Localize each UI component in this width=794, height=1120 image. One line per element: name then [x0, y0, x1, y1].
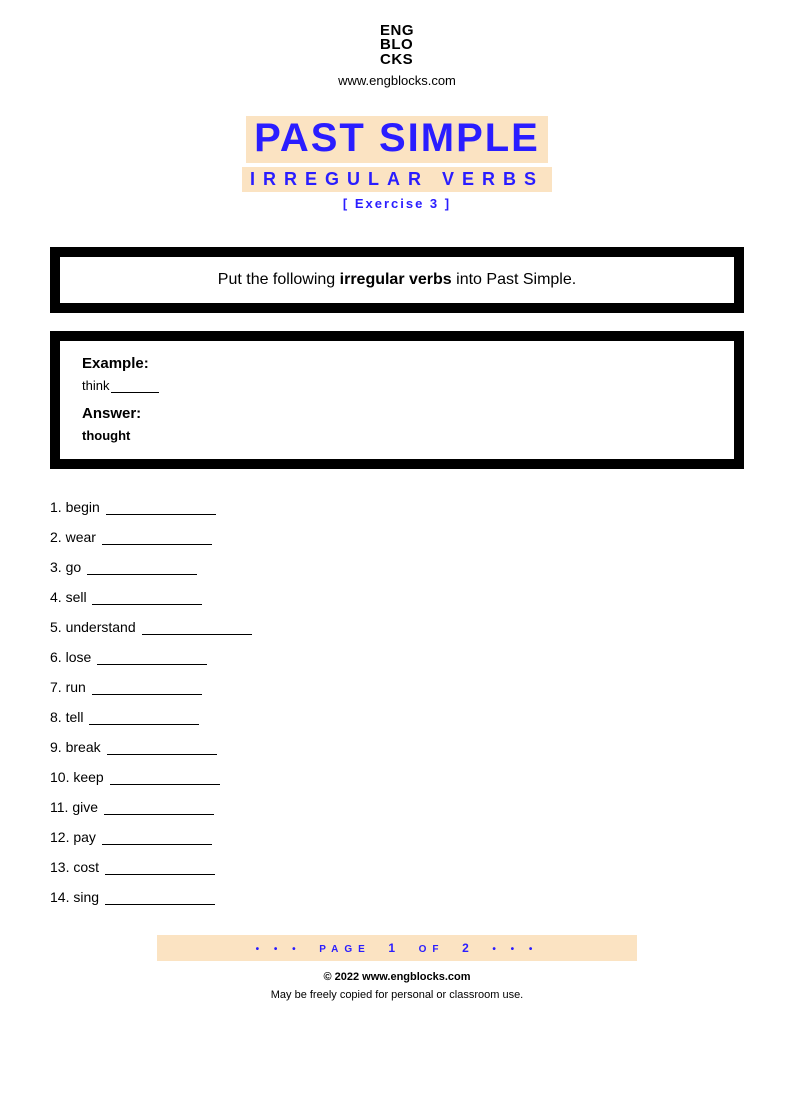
item-word: sell — [66, 589, 87, 605]
page-of: OF — [419, 944, 445, 955]
answer-value: thought — [82, 428, 712, 443]
page-total: 2 — [462, 941, 475, 955]
title-subtitle: IRREGULAR VERBS — [242, 167, 552, 192]
item-word: go — [66, 559, 82, 575]
title-main: PAST SIMPLE — [246, 116, 548, 163]
example-prompt-word: think — [82, 378, 109, 393]
example-prompt: think — [82, 378, 712, 393]
example-blank — [111, 392, 159, 393]
dots-right: • • • — [492, 944, 538, 955]
answer-blank[interactable] — [92, 604, 202, 605]
title-block: PAST SIMPLE IRREGULAR VERBS [ Exercise 3… — [50, 116, 744, 211]
item-word: pay — [73, 829, 96, 845]
item-number: 10. — [50, 769, 69, 785]
exercise-items: 1. begin 2. wear 3. go 4. sell 5. unders… — [50, 499, 744, 905]
list-item: 14. sing — [50, 889, 744, 905]
instruction-box: Put the following irregular verbs into P… — [50, 247, 744, 313]
list-item: 8. tell — [50, 709, 744, 725]
item-word: break — [66, 739, 101, 755]
answer-blank[interactable] — [97, 664, 207, 665]
item-number: 6. — [50, 649, 62, 665]
item-word: keep — [73, 769, 103, 785]
item-number: 3. — [50, 559, 62, 575]
item-number: 9. — [50, 739, 62, 755]
answer-blank[interactable] — [92, 694, 202, 695]
answer-blank[interactable] — [102, 844, 212, 845]
answer-blank[interactable] — [89, 724, 199, 725]
item-word: run — [66, 679, 86, 695]
answer-label: Answer: — [82, 405, 712, 422]
page-indicator: • • • PAGE 1 OF 2 • • • — [157, 935, 637, 961]
answer-blank[interactable] — [106, 514, 216, 515]
item-number: 12. — [50, 829, 69, 845]
logo-line: CKS — [380, 53, 414, 67]
list-item: 9. break — [50, 739, 744, 755]
list-item: 12. pay — [50, 829, 744, 845]
page-current: 1 — [388, 941, 401, 955]
item-word: tell — [66, 709, 84, 725]
list-item: 5. understand — [50, 619, 744, 635]
item-number: 2. — [50, 529, 62, 545]
item-number: 7. — [50, 679, 62, 695]
answer-blank[interactable] — [110, 784, 220, 785]
item-word: understand — [66, 619, 136, 635]
list-item: 10. keep — [50, 769, 744, 785]
item-word: begin — [66, 499, 100, 515]
item-word: lose — [66, 649, 92, 665]
title-exercise: [ Exercise 3 ] — [50, 196, 744, 211]
example-box: Example: think Answer: thought — [50, 331, 744, 469]
list-item: 1. begin — [50, 499, 744, 515]
item-number: 14. — [50, 889, 69, 905]
list-item: 6. lose — [50, 649, 744, 665]
item-word: wear — [66, 529, 96, 545]
answer-blank[interactable] — [102, 544, 212, 545]
list-item: 13. cost — [50, 859, 744, 875]
item-word: cost — [73, 859, 99, 875]
item-number: 1. — [50, 499, 62, 515]
item-word: give — [72, 799, 98, 815]
list-item: 3. go — [50, 559, 744, 575]
instruction-bold: irregular verbs — [340, 271, 452, 288]
item-number: 8. — [50, 709, 62, 725]
answer-blank[interactable] — [87, 574, 197, 575]
logo: ENG BLO CKS — [380, 24, 414, 67]
answer-blank[interactable] — [105, 904, 215, 905]
header: ENG BLO CKS www.engblocks.com — [50, 24, 744, 88]
list-item: 7. run — [50, 679, 744, 695]
answer-blank[interactable] — [142, 634, 252, 635]
item-number: 13. — [50, 859, 69, 875]
item-number: 4. — [50, 589, 62, 605]
example-label: Example: — [82, 355, 712, 372]
list-item: 2. wear — [50, 529, 744, 545]
instruction-pre: Put the following — [218, 271, 340, 288]
dots-left: • • • — [256, 944, 302, 955]
item-number: 5. — [50, 619, 62, 635]
instruction-post: into Past Simple. — [452, 271, 577, 288]
answer-blank[interactable] — [107, 754, 217, 755]
answer-blank[interactable] — [104, 814, 214, 815]
footer: • • • PAGE 1 OF 2 • • • © 2022 www.engbl… — [50, 935, 744, 1001]
site-url: www.engblocks.com — [50, 73, 744, 88]
list-item: 4. sell — [50, 589, 744, 605]
answer-blank[interactable] — [105, 874, 215, 875]
copyright: © 2022 www.engblocks.com — [50, 971, 744, 983]
item-number: 11. — [50, 799, 68, 815]
page-label: PAGE — [319, 944, 371, 955]
license-text: May be freely copied for personal or cla… — [50, 989, 744, 1001]
item-word: sing — [73, 889, 99, 905]
list-item: 11. give — [50, 799, 744, 815]
